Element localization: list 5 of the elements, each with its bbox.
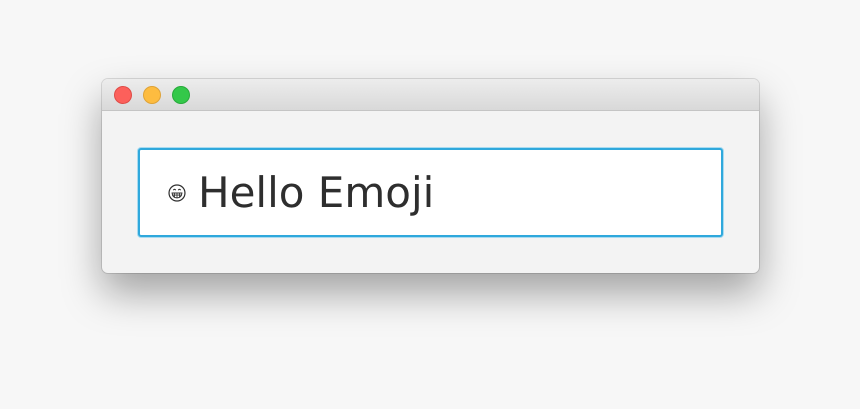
- close-button[interactable]: [114, 86, 132, 104]
- zoom-button[interactable]: [172, 86, 190, 104]
- text-input[interactable]: Hello Emoji: [198, 168, 721, 217]
- minimize-button[interactable]: [143, 86, 161, 104]
- text-field[interactable]: Hello Emoji: [138, 148, 723, 237]
